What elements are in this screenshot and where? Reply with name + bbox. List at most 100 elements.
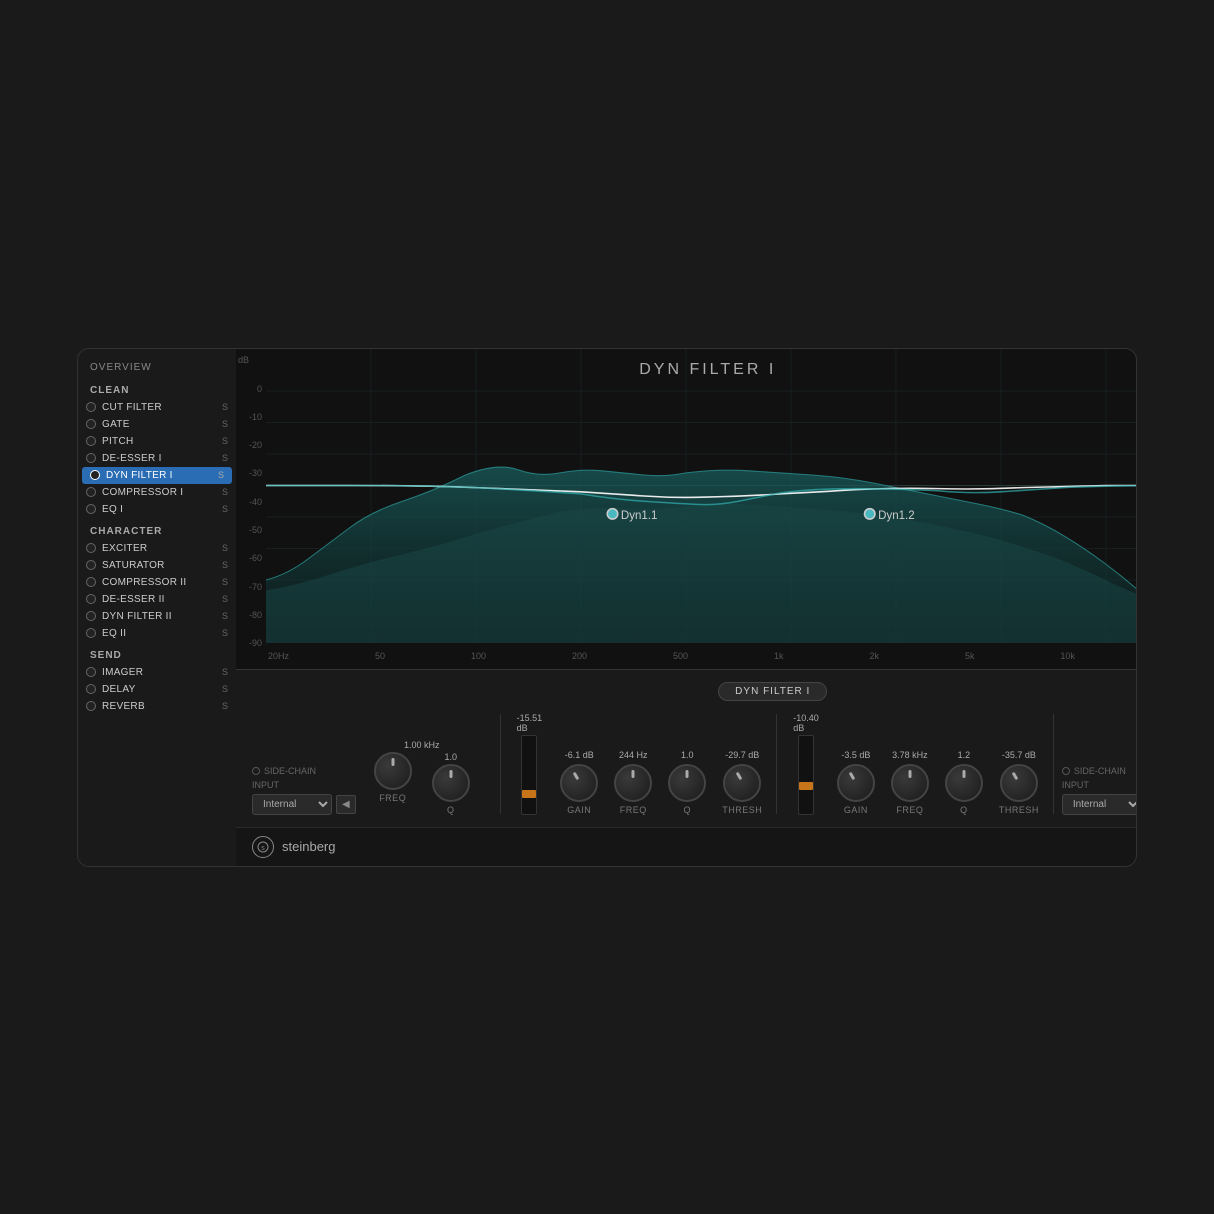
- dyn1-fader: -15.51 dB: [517, 713, 543, 815]
- dyn1-fader-value: -15.51 dB: [517, 713, 543, 733]
- sidebar-item-name: DYN FILTER II: [102, 611, 218, 622]
- sidebar-item-s-badge[interactable]: S: [222, 504, 228, 514]
- sidebar-item-s-badge[interactable]: S: [222, 611, 228, 621]
- dyn1-freq-knob-group: 244 Hz FREQ: [614, 750, 652, 815]
- sidebar-item-s-badge[interactable]: S: [222, 453, 228, 463]
- dyn1-freq-knob[interactable]: [614, 764, 652, 802]
- freq-label-200: 200: [572, 651, 587, 661]
- dyn1-section: -15.51 dB -6.1 dB GAIN: [509, 713, 769, 815]
- dyn1-gain-value: -6.1 dB: [565, 750, 594, 760]
- plugin-container: OVERVIEW CLEANCUT FILTERSGATESPITCHSDE-E…: [77, 348, 1137, 867]
- sidebar-item-dyn-filter-i[interactable]: DYN FILTER IS: [82, 467, 232, 484]
- right-input-label: INPUT: [1062, 780, 1137, 790]
- dyn1-gain-knob[interactable]: [560, 764, 598, 802]
- dyn1-q-knob[interactable]: [668, 764, 706, 802]
- sidebar-item-name: DELAY: [102, 684, 218, 695]
- sidebar-item-saturator[interactable]: SATURATORS: [78, 557, 236, 574]
- left-q-knob[interactable]: [432, 764, 470, 802]
- sidebar-item-s-badge[interactable]: S: [222, 560, 228, 570]
- dyn2-gain-label: GAIN: [844, 805, 868, 815]
- sidebar-item-exciter[interactable]: EXCITER S: [78, 540, 236, 557]
- sidebar-item-s-badge[interactable]: S: [222, 419, 228, 429]
- sidebar-item-dot: [86, 453, 96, 463]
- left-input-btn[interactable]: ◀: [336, 795, 356, 814]
- sidebar-item-s-badge[interactable]: S: [222, 701, 228, 711]
- sidebar-item-pitch[interactable]: PITCH S: [78, 433, 236, 450]
- sidebar-section-character: CHARACTER: [78, 518, 236, 540]
- sidebar: OVERVIEW CLEANCUT FILTERSGATESPITCHSDE-E…: [78, 349, 236, 866]
- sidebar-item-cut-filter[interactable]: CUT FILTERS: [78, 399, 236, 416]
- dyn2-fader-track[interactable]: [798, 735, 814, 815]
- sidebar-item-s-badge[interactable]: S: [222, 436, 228, 446]
- sidebar-item-dot: [86, 419, 96, 429]
- dyn2-q-knob[interactable]: [945, 764, 983, 802]
- right-sidechain-label: SIDE-CHAIN: [1062, 766, 1137, 776]
- db-scale: 0 -10 -20 -30 -40 -50 -60 -70 -80 -90: [236, 384, 266, 649]
- sidebar-item-s-badge[interactable]: S: [222, 594, 228, 604]
- sidebar-item-s-badge[interactable]: S: [222, 487, 228, 497]
- sidebar-item-imager[interactable]: IMAGERS: [78, 664, 236, 681]
- sidebar-item-compressor-ii[interactable]: COMPRESSOR IIS: [78, 574, 236, 591]
- dyn2-gain-knob[interactable]: [837, 764, 875, 802]
- sidebar-item-name: GATE: [102, 419, 218, 430]
- sidebar-item-dot: [86, 504, 96, 514]
- sidebar-item-gate[interactable]: GATE S: [78, 416, 236, 433]
- dyn1-thresh-label: THRESH: [722, 805, 762, 815]
- freq-x-axis: 20Hz 50 100 200 500 1k 2k 5k 10k 20k: [268, 651, 1137, 661]
- sidebar-item-dot: [86, 701, 96, 711]
- dyn1-fader-track[interactable]: [521, 735, 537, 815]
- left-freq-knob-label: FREQ: [379, 793, 406, 803]
- left-freq-q-knobs: FREQ 1.0 Q: [368, 752, 476, 815]
- dyn2-knobs-col: -3.5 dB GAIN 3.78 kHz FREQ: [831, 750, 1045, 815]
- left-sidechain-section: SIDE-CHAIN INPUT Internal ◀: [252, 766, 356, 815]
- sidebar-item-compressor-i[interactable]: COMPRESSOR I S: [78, 484, 236, 501]
- left-freq-knob[interactable]: [374, 752, 412, 790]
- dyn2-freq-knob[interactable]: [891, 764, 929, 802]
- sidebar-section-clean: CLEAN: [78, 377, 236, 399]
- left-input-select[interactable]: Internal: [252, 794, 332, 815]
- sidebar-item-delay[interactable]: DELAY S: [78, 681, 236, 698]
- controls-row: SIDE-CHAIN INPUT Internal ◀ 1.00 kHz: [252, 713, 1137, 815]
- sidebar-item-name: REVERB: [102, 701, 218, 712]
- left-q-value-display: 1.0: [444, 752, 457, 762]
- sidebar-item-s-badge[interactable]: S: [222, 402, 228, 412]
- freq-label-2k: 2k: [869, 651, 879, 661]
- dyn1-q-knob-group: 1.0 Q: [668, 750, 706, 815]
- sidebar-item-eq-i[interactable]: EQ IS: [78, 501, 236, 518]
- sidebar-item-reverb[interactable]: REVERB S: [78, 698, 236, 715]
- sidebar-item-eq-ii[interactable]: EQ IIS: [78, 625, 236, 642]
- sidebar-item-s-badge[interactable]: S: [222, 684, 228, 694]
- dyn2-thresh-knob[interactable]: [1000, 764, 1038, 802]
- sidebar-item-dot: [86, 543, 96, 553]
- right-input-select[interactable]: Internal: [1062, 794, 1137, 815]
- sidebar-item-s-badge[interactable]: S: [218, 470, 224, 480]
- db-top-label: dB: [238, 355, 249, 365]
- main-content: OVERVIEW CLEANCUT FILTERSGATESPITCHSDE-E…: [78, 349, 1136, 866]
- right-sidechain-dot: [1062, 767, 1070, 775]
- dyn1-thresh-knob[interactable]: [723, 764, 761, 802]
- sidebar-item-s-badge[interactable]: S: [222, 577, 228, 587]
- sidebar-item-dot: [86, 577, 96, 587]
- sidebar-item-name: PITCH: [102, 436, 218, 447]
- sidebar-item-name: COMPRESSOR I: [102, 487, 218, 498]
- sidebar-item-name: EXCITER: [102, 543, 218, 554]
- sidebar-item-dot: [90, 470, 100, 480]
- bottom-panel: DYN FILTER I ✕ SIDE-CHAIN INPUT: [236, 669, 1137, 827]
- db-label-50: -50: [236, 525, 266, 535]
- sidebar-item-s-badge[interactable]: S: [222, 543, 228, 553]
- right-content: DYN FILTER I: [236, 349, 1137, 866]
- freq-label-5k: 5k: [965, 651, 975, 661]
- sidebar-item-s-badge[interactable]: S: [222, 667, 228, 677]
- sidebar-item-s-badge[interactable]: S: [222, 628, 228, 638]
- db-label-40: -40: [236, 497, 266, 507]
- sidebar-item-dot: [86, 487, 96, 497]
- overview-button[interactable]: OVERVIEW: [78, 358, 164, 377]
- sidebar-item-de-esser-i[interactable]: DE-ESSER IS: [78, 450, 236, 467]
- sidebar-item-dot: [86, 594, 96, 604]
- left-freq-knob-group: FREQ: [374, 752, 412, 815]
- sidebar-item-de-esser-ii[interactable]: DE-ESSER IIS: [78, 591, 236, 608]
- sidebar-item-dyn-filter-ii[interactable]: DYN FILTER II S: [78, 608, 236, 625]
- db-label-0: 0: [236, 384, 266, 394]
- spectrum-main: DYN FILTER I: [236, 349, 1137, 669]
- dyn2-freq-label: FREQ: [896, 805, 923, 815]
